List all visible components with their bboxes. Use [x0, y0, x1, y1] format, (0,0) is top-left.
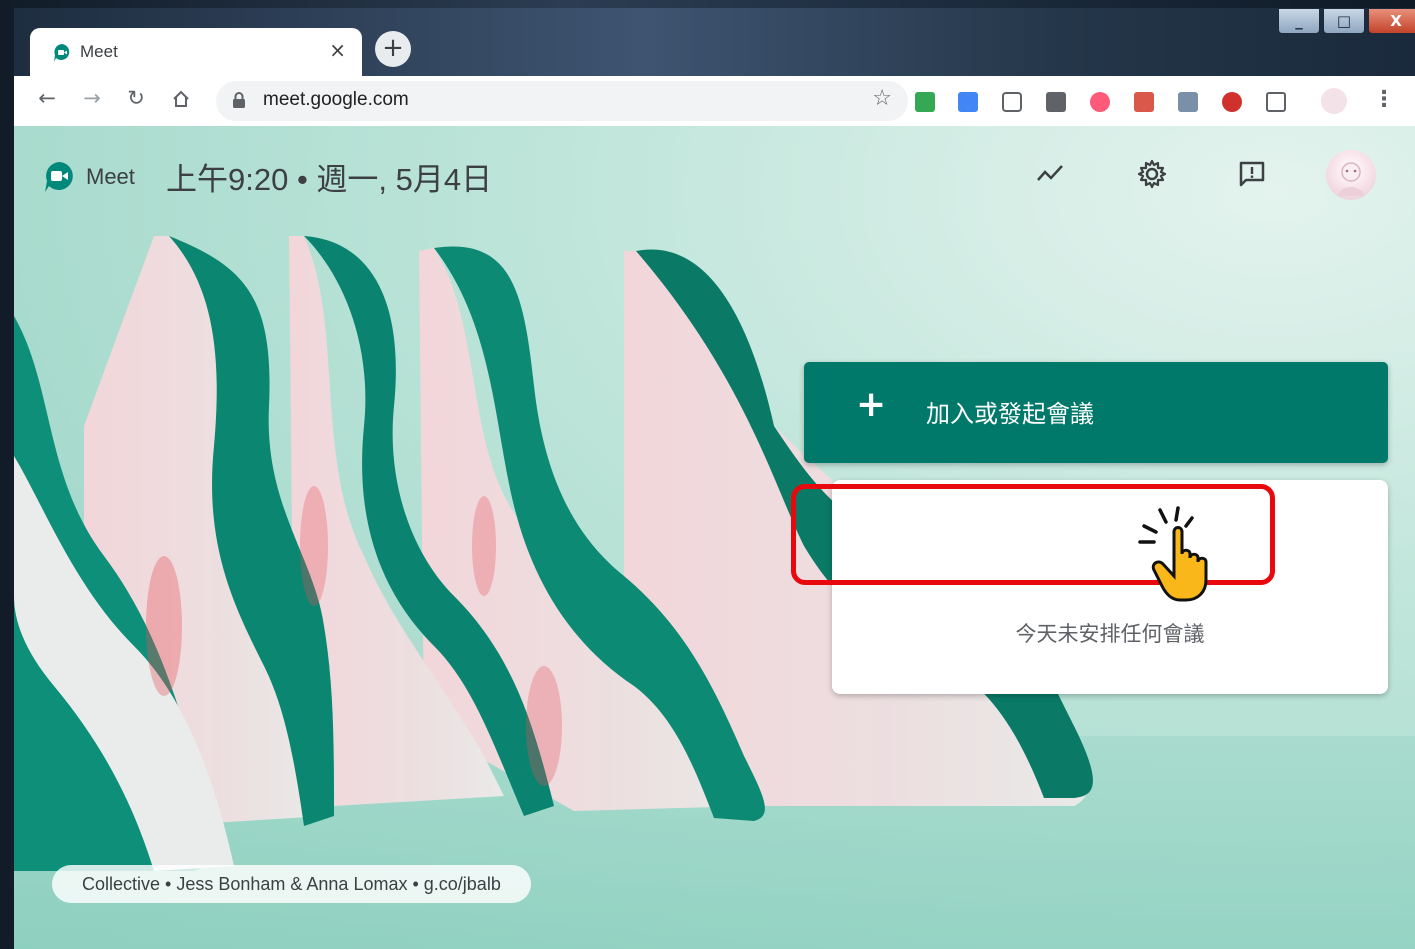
- address-bar[interactable]: meet.google.com ☆: [216, 81, 908, 121]
- lock-icon: [232, 91, 246, 113]
- home-icon[interactable]: [166, 86, 196, 114]
- plus-icon: +: [856, 384, 887, 425]
- bookmark-star-icon[interactable]: ☆: [872, 86, 892, 111]
- background-credit[interactable]: Collective • Jess Bonham & Anna Lomax • …: [52, 865, 531, 903]
- minimize-button[interactable]: _: [1278, 8, 1320, 34]
- apple-extension-icon[interactable]: [1222, 92, 1242, 112]
- meetings-card: 今天未安排任何會議: [832, 480, 1388, 694]
- lightbulb-extension-icon[interactable]: [1046, 92, 1066, 112]
- browser-tab-meet[interactable]: Meet ×: [30, 28, 362, 76]
- screencast-extension-icon[interactable]: [1090, 92, 1110, 112]
- extensions-grid-icon[interactable]: [1266, 92, 1286, 112]
- meet-page: Meet 上午9:20 • 週一, 5月4日 今天未安排任何會議: [14, 126, 1415, 949]
- close-window-button[interactable]: X: [1368, 8, 1415, 34]
- join-button-label: 加入或發起會議: [926, 400, 1094, 428]
- profile-avatar-icon[interactable]: [1321, 88, 1347, 114]
- google-classroom-extension-icon[interactable]: [915, 92, 935, 112]
- no-meetings-text: 今天未安排任何會議: [1015, 622, 1205, 646]
- url-text: meet.google.com: [263, 89, 409, 110]
- more-menu-icon[interactable]: ⋮: [1373, 89, 1395, 111]
- reload-icon[interactable]: ↻: [121, 86, 151, 110]
- gear-icon[interactable]: [1136, 158, 1168, 194]
- screen-capture-extension-icon[interactable]: [1178, 92, 1198, 112]
- feedback-icon[interactable]: [1236, 158, 1268, 194]
- back-icon[interactable]: ←: [32, 86, 62, 110]
- forward-icon[interactable]: →: [77, 86, 107, 110]
- window-controls: _ □ X: [1275, 8, 1415, 40]
- meet-logo-icon: [42, 160, 76, 198]
- tab-title: Meet: [80, 42, 118, 61]
- browser-window: Meet × + _ □ X ← → ↻ meet.google.com ☆ ⋮…: [14, 8, 1415, 949]
- trending-icon[interactable]: [1034, 158, 1066, 194]
- pdf-extension-icon[interactable]: [1134, 92, 1154, 112]
- browser-toolbar: ← → ↻ meet.google.com ☆ ⋮: [14, 76, 1415, 126]
- camera-extension-icon[interactable]: [1002, 92, 1022, 112]
- new-tab-button[interactable]: +: [375, 31, 411, 67]
- tab-close-icon[interactable]: ×: [329, 38, 346, 62]
- maximize-button[interactable]: □: [1323, 8, 1365, 34]
- user-avatar[interactable]: [1326, 150, 1376, 200]
- tab-bar: Meet × + _ □ X: [14, 8, 1415, 76]
- time-date: 上午9:20 • 週一, 5月4日: [166, 162, 493, 197]
- translate-extension-icon[interactable]: [958, 92, 978, 112]
- meet-favicon-icon: [52, 43, 72, 67]
- join-or-start-meeting-button[interactable]: + 加入或發起會議: [804, 362, 1388, 463]
- app-name: Meet: [86, 164, 135, 189]
